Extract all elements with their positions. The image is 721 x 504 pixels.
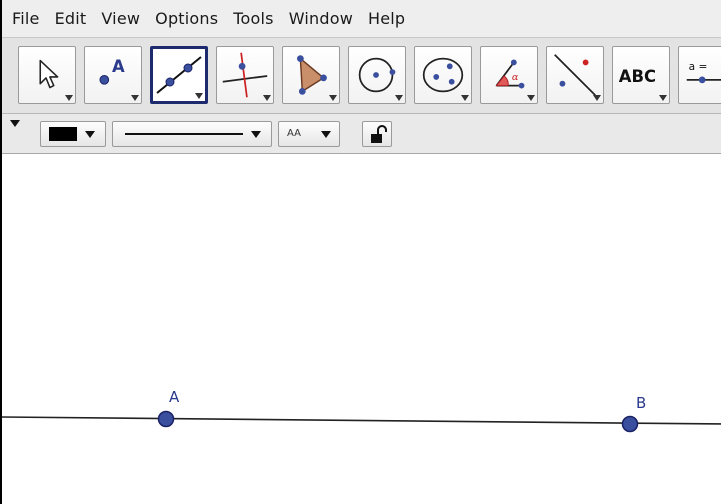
move-tool-button[interactable]: [18, 46, 76, 104]
menu-tools[interactable]: Tools: [233, 9, 273, 28]
text-tool-button[interactable]: ABC: [612, 46, 670, 104]
tool-menu-arrow-icon: [395, 95, 403, 101]
slider-tool-button[interactable]: a =: [678, 46, 721, 104]
circle-tool-button[interactable]: [348, 46, 406, 104]
tool-menu-arrow-icon: [461, 95, 469, 101]
point-b[interactable]: [621, 415, 639, 433]
geogebra-window: File Edit View Options Tools Window Help…: [0, 0, 721, 504]
toggle-style-bar-icon[interactable]: [10, 120, 20, 127]
label-style-text: AA: [287, 128, 301, 139]
conic-tool-button[interactable]: [414, 46, 472, 104]
text-tool-label: ABC: [619, 67, 656, 86]
menu-window[interactable]: Window: [289, 9, 353, 28]
line-style-dropdown[interactable]: [112, 121, 272, 147]
tool-menu-arrow-icon: [195, 93, 203, 99]
point-tool-button[interactable]: A: [84, 46, 142, 104]
tool-menu-arrow-icon: [329, 95, 337, 101]
color-swatch: [49, 127, 77, 141]
tool-menu-arrow-icon: [527, 95, 535, 101]
tool-bar: A α ABC a =: [2, 38, 721, 114]
label-style-dropdown[interactable]: AA: [278, 121, 340, 147]
chevron-down-icon: [321, 131, 331, 138]
slider-icon: a =: [686, 60, 721, 84]
point-a[interactable]: [157, 410, 175, 428]
unlocked-padlock-icon: [371, 125, 387, 143]
svg-text:A: A: [112, 57, 125, 76]
perpendicular-line-tool-button[interactable]: [216, 46, 274, 104]
angle-tool-button[interactable]: α: [480, 46, 538, 104]
point-b-label: B: [636, 394, 647, 412]
menu-help[interactable]: Help: [368, 9, 405, 28]
svg-text:α: α: [512, 72, 519, 83]
tool-menu-arrow-icon: [65, 95, 73, 101]
menu-view[interactable]: View: [101, 9, 140, 28]
chevron-down-icon: [85, 131, 95, 138]
point-a-label: A: [169, 388, 180, 406]
lock-toggle-button[interactable]: [362, 121, 392, 147]
menu-bar: File Edit View Options Tools Window Help: [2, 0, 721, 38]
menu-options[interactable]: Options: [155, 9, 218, 28]
graphics-view[interactable]: A B: [2, 154, 721, 504]
tool-menu-arrow-icon: [593, 95, 601, 101]
color-dropdown[interactable]: [40, 121, 106, 147]
slider-tool-label: a =: [689, 60, 708, 73]
tool-menu-arrow-icon: [263, 95, 271, 101]
chevron-down-icon: [251, 131, 261, 138]
reflect-tool-button[interactable]: [546, 46, 604, 104]
line-style-preview: [125, 133, 243, 135]
tool-menu-arrow-icon: [131, 95, 139, 101]
style-bar: AA: [2, 114, 721, 154]
line-tool-button[interactable]: [150, 46, 208, 104]
tool-menu-arrow-icon: [659, 95, 667, 101]
graphics-canvas: [2, 410, 721, 433]
menu-file[interactable]: File: [12, 9, 40, 28]
polygon-tool-button[interactable]: [282, 46, 340, 104]
menu-edit[interactable]: Edit: [55, 9, 87, 28]
line-ab[interactable]: [2, 416, 721, 425]
